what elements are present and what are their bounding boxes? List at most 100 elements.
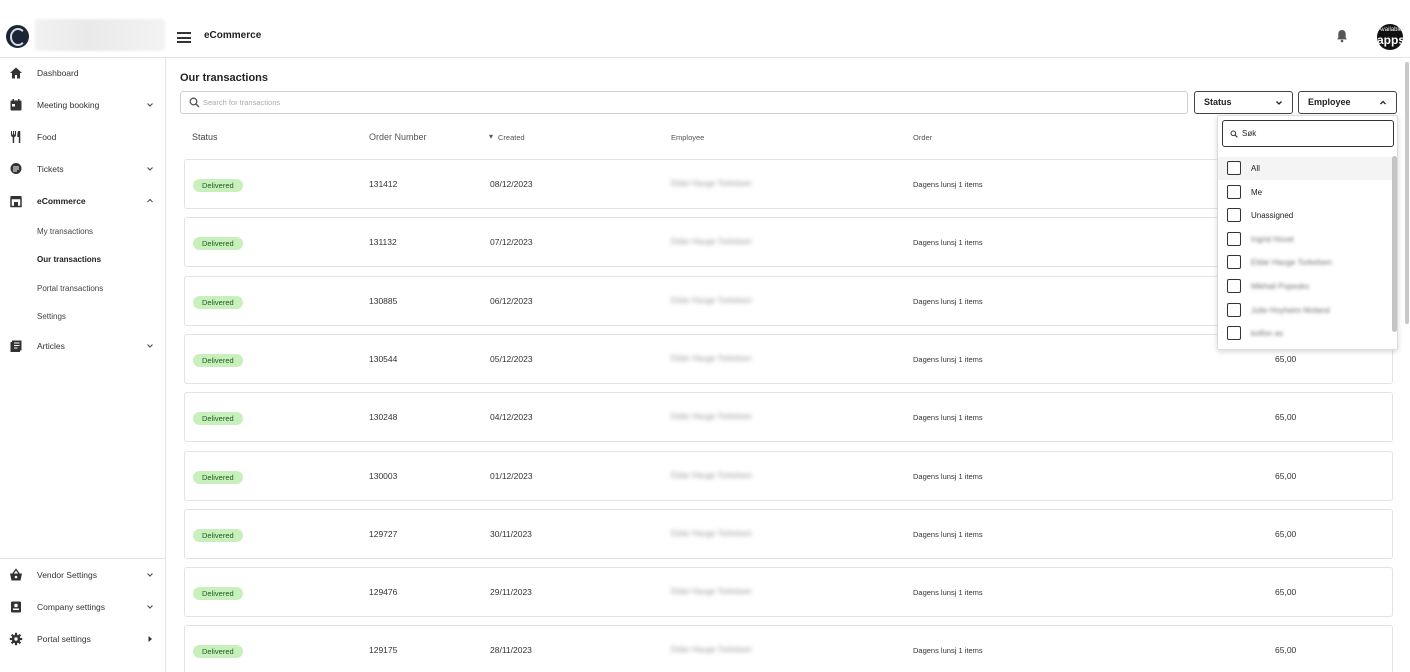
employee-cell: Eldar Hauge Torkelsen — [671, 295, 752, 305]
sidebar-item-vendor-settings[interactable]: Vendor Settings — [0, 564, 166, 588]
table-row[interactable]: Delivered 130544 05/12/2023 Eldar Hauge Tor… — [184, 333, 1393, 384]
chevron-down-icon — [147, 167, 153, 171]
table-row[interactable]: Delivered 131132 07/12/2023 Eldar Hauge Tor… — [184, 217, 1393, 268]
status-badge: Delivered — [193, 353, 243, 367]
home-icon — [10, 67, 22, 79]
order-cell: Dagens lunsj 1 items — [913, 296, 983, 306]
employee-cell: Eldar Hauge Torkelsen — [671, 528, 752, 538]
created-cell: 28/11/2023 — [490, 645, 532, 656]
sidebar-item-portal-settings[interactable]: Portal settings — [0, 628, 166, 652]
sidebar-item-food[interactable]: Food — [0, 126, 166, 150]
amount-cell: 65,00 — [1275, 528, 1297, 539]
col-header-created[interactable]: Created — [498, 133, 525, 142]
table-row[interactable]: Delivered 129175 28/11/2023 Eldar Hauge Tor… — [184, 625, 1393, 672]
sidebar-item-ecommerce[interactable]: eCommerce — [0, 190, 166, 214]
created-cell: 05/12/2023 — [490, 353, 533, 364]
employee-cell: Eldar Hauge Torkelsen — [671, 470, 752, 480]
sidebar-item-label: Vendor Settings — [37, 570, 98, 580]
checkbox[interactable] — [1227, 161, 1241, 175]
apps-avatar[interactable]: Available apps — [1377, 24, 1403, 50]
order-number-cell: 130544 — [369, 353, 398, 364]
employee-option-label: Me — [1251, 187, 1263, 197]
employee-option[interactable]: kolfon as — [1218, 322, 1392, 345]
employee-option[interactable]: Julie Hoyheim Moland — [1218, 299, 1392, 322]
order-number-cell: 130003 — [369, 470, 398, 481]
checkbox[interactable] — [1227, 231, 1241, 246]
status-filter-button[interactable]: Status — [1194, 91, 1293, 114]
status-filter-label: Status — [1204, 97, 1232, 107]
chat-bubble-icon — [10, 163, 22, 174]
col-header-status[interactable]: Status — [192, 132, 218, 142]
employee-search[interactable] — [1222, 120, 1394, 147]
company-logo-icon[interactable] — [6, 25, 29, 48]
page-scrollbar[interactable] — [1405, 62, 1409, 324]
col-header-order[interactable]: Order — [913, 133, 932, 142]
bell-icon[interactable] — [1336, 29, 1348, 43]
sidebar-item-label: Meeting booking — [37, 100, 100, 110]
sidebar-item-articles[interactable]: Articles — [0, 335, 166, 359]
created-cell: 04/12/2023 — [490, 412, 533, 423]
amount-cell: 65,00 — [1275, 587, 1297, 598]
dropdown-scrollbar[interactable] — [1392, 156, 1397, 332]
order-cell: Dagens lunsj 1 items — [913, 529, 983, 539]
employee-cell: Eldar Hauge Torkelsen — [671, 237, 752, 247]
checkbox[interactable] — [1227, 302, 1241, 317]
checkbox[interactable] — [1227, 279, 1241, 293]
created-cell: 07/12/2023 — [490, 237, 533, 248]
sidebar-item-meeting-booking[interactable]: Meeting booking — [0, 94, 166, 118]
sidebar-item-tickets[interactable]: Tickets — [0, 158, 166, 182]
col-header-order-number[interactable]: Order Number — [369, 132, 427, 142]
status-badge: Delivered — [193, 237, 243, 251]
col-header-employee[interactable]: Employee — [671, 133, 704, 142]
sort-desc-icon[interactable]: ▾ — [489, 132, 493, 141]
table-row[interactable]: Delivered 130885 06/12/2023 Eldar Hauge Tor… — [184, 275, 1393, 326]
amount-cell: 65,00 — [1275, 645, 1297, 656]
status-badge: Delivered — [193, 645, 243, 659]
sidebar-item-dashboard[interactable]: Dashboard — [0, 62, 166, 86]
checkbox[interactable] — [1227, 255, 1241, 270]
transaction-search[interactable] — [180, 91, 1188, 114]
employee-option-label: kolfon as — [1251, 329, 1284, 339]
employee-cell: Eldar Hauge Torkelsen — [671, 412, 752, 422]
table-row[interactable]: Delivered 130003 01/12/2023 Eldar Hauge Tor… — [184, 450, 1393, 501]
sidebar-subitem-portal-transactions[interactable]: Portal transactions — [37, 284, 103, 293]
sidebar-item-label: eCommerce — [37, 196, 86, 206]
created-cell: 01/12/2023 — [490, 470, 533, 481]
employee-cell: Eldar Hauge Torkelsen — [671, 353, 752, 363]
checkbox[interactable] — [1227, 326, 1241, 341]
basket-icon — [10, 568, 22, 581]
app-root: eCommerce Available apps Dashboard Meeti… — [0, 0, 1410, 672]
articles-icon — [10, 340, 22, 352]
employee-option[interactable]: Me — [1218, 181, 1392, 204]
chevron-down-icon — [147, 605, 153, 609]
created-cell: 29/11/2023 — [490, 587, 532, 598]
sidebar-subitem-my-transactions[interactable]: My transactions — [37, 227, 93, 236]
order-number-cell: 131132 — [369, 237, 397, 248]
employee-filter-button[interactable]: Employee — [1298, 91, 1397, 114]
top-bar: eCommerce Available apps — [0, 0, 1410, 58]
order-number-cell: 130248 — [369, 412, 398, 423]
search-input[interactable] — [203, 95, 1163, 110]
order-number-cell: 131412 — [369, 179, 398, 189]
hamburger-menu-icon[interactable] — [177, 32, 191, 43]
checkbox[interactable] — [1227, 208, 1241, 223]
employee-option[interactable]: Mikhail Popesko — [1218, 275, 1392, 298]
employee-cell: Eldar Hauge Torkelsen — [671, 645, 752, 655]
employee-option[interactable]: All — [1218, 157, 1392, 180]
sidebar-item-label: Articles — [37, 341, 65, 351]
table-row[interactable]: Delivered 129727 30/11/2023 Eldar Hauge Tor… — [184, 508, 1393, 559]
status-badge: Delivered — [193, 528, 243, 542]
sidebar-item-company-settings[interactable]: Company settings — [0, 596, 166, 620]
sidebar-subitem-our-transactions[interactable]: Our transactions — [37, 255, 101, 264]
table-row[interactable]: Delivered 131412 08/12/2023 Eldar Hauge Tor… — [184, 159, 1393, 209]
employee-option[interactable]: Ingrid Hovel — [1218, 228, 1392, 251]
employee-option[interactable]: Unassigned — [1218, 204, 1392, 227]
table-row[interactable]: Delivered 129476 29/11/2023 Eldar Hauge Tor… — [184, 567, 1393, 618]
checkbox[interactable] — [1227, 184, 1241, 199]
table-row[interactable]: Delivered 130248 04/12/2023 Eldar Hauge Tor… — [184, 392, 1393, 443]
sidebar-subitem-settings[interactable]: Settings — [37, 312, 66, 321]
employee-option[interactable]: Eldar Hauge Torkelsen — [1218, 251, 1392, 274]
employee-search-input[interactable] — [1242, 127, 1387, 140]
sidebar-divider — [0, 558, 166, 559]
order-cell: Dagens lunsj 1 items — [913, 354, 983, 364]
